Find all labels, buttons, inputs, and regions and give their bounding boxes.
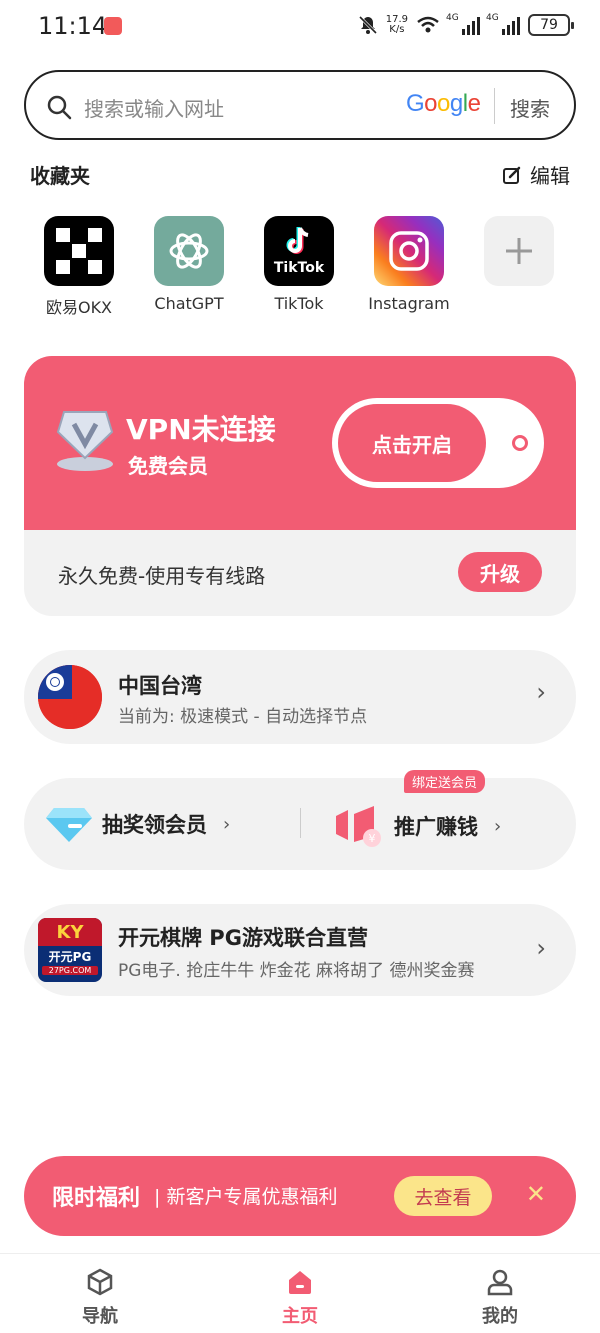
taiwan-flag-icon — [38, 665, 102, 729]
referral-label: 推广赚钱 — [394, 815, 478, 839]
lottery-button[interactable]: 抽奖领会员 › — [46, 804, 230, 844]
toggle-dot-icon — [512, 435, 528, 451]
referral-tag: 绑定送会员 — [404, 770, 486, 793]
vpn-membership: 免费会员 — [128, 454, 208, 478]
vpn-title: VPN未连接 — [126, 413, 276, 446]
search-divider — [494, 88, 495, 124]
mute-bell-icon — [358, 15, 377, 35]
plus-icon — [484, 216, 554, 286]
upgrade-button[interactable]: 升级 — [458, 552, 542, 592]
chevron-right-icon: › — [536, 678, 546, 706]
logo-url: 27PG.COM — [42, 966, 98, 975]
edit-favorites-button[interactable]: 编辑 — [502, 160, 570, 189]
status-bar: 11:14 17.9 K/s 4G 4G 79 — [0, 0, 600, 56]
google-logo[interactable]: Google — [406, 90, 481, 118]
promo-divider — [300, 808, 301, 838]
instagram-icon — [374, 216, 444, 286]
lottery-label: 抽奖领会员 — [102, 813, 207, 837]
favorite-label: Instagram — [368, 294, 450, 313]
edit-icon — [503, 166, 521, 184]
favorite-label: TikTok — [274, 294, 324, 313]
edit-label: 编辑 — [530, 164, 570, 188]
tab-home[interactable]: 主页 — [250, 1268, 350, 1328]
svg-text:¥: ¥ — [369, 832, 376, 845]
chevron-right-icon: › — [223, 813, 231, 835]
favorite-chatgpt[interactable]: ChatGPT — [134, 216, 244, 318]
home-icon — [289, 1271, 311, 1294]
diamond-icon — [46, 808, 92, 842]
network-speed: 17.9 K/s — [386, 15, 408, 35]
chatgpt-icon — [154, 216, 224, 286]
user-icon — [487, 1269, 513, 1296]
banner-lead: 限时福利 — [52, 1186, 141, 1211]
favorites-row: 欧易OKX ChatGPT TikTok TikTok Instagram — [24, 216, 576, 318]
favorite-instagram[interactable]: Instagram — [354, 216, 464, 318]
favorite-tiktok[interactable]: TikTok TikTok — [244, 216, 354, 318]
bottom-tab-bar: 导航 主页 我的 — [0, 1253, 600, 1333]
search-input[interactable]: 搜索或输入网址 — [84, 93, 224, 122]
banner-description: | 新客户专属优惠福利 — [154, 1186, 338, 1208]
region-selector[interactable]: 中国台湾 当前为: 极速模式 - 自动选择节点 › — [24, 650, 576, 744]
status-icons: 17.9 K/s 4G 4G 79 — [358, 13, 574, 36]
vpn-status-panel: VPN未连接 免费会员 点击开启 — [24, 356, 576, 530]
favorite-label: ChatGPT — [154, 294, 224, 313]
promo-row: 抽奖领会员 › ¥ 推广赚钱 › 绑定送会员 — [24, 770, 576, 870]
wifi-icon — [417, 16, 439, 33]
tab-label: 主页 — [282, 1306, 318, 1327]
chevron-right-icon: › — [536, 934, 546, 962]
app-notification-icon — [104, 17, 122, 35]
status-time: 11:14 — [38, 12, 108, 40]
logo-ky: KY — [38, 918, 102, 946]
ad-description: PG电子. 抢庄牛牛 炸金花 麻将胡了 德州奖金赛 — [118, 961, 475, 981]
close-icon[interactable]: ✕ — [526, 1180, 546, 1208]
speed-unit: K/s — [389, 24, 405, 35]
okx-icon — [44, 216, 114, 286]
referral-button[interactable]: ¥ 推广赚钱 › — [332, 804, 501, 848]
region-mode: 当前为: 极速模式 - 自动选择节点 — [118, 707, 368, 727]
referral-gift-icon: ¥ — [336, 806, 381, 847]
favorite-okx[interactable]: 欧易OKX — [24, 216, 134, 318]
chevron-right-icon: › — [494, 815, 502, 837]
signal-2-label: 4G — [486, 13, 499, 23]
signal-1-label: 4G — [446, 13, 459, 23]
battery-icon: 79 — [528, 14, 574, 36]
logo-name: 开元PG — [48, 950, 92, 964]
promo-banner[interactable]: 限时福利 | 新客户专属优惠福利 去查看 ✕ — [24, 1156, 576, 1236]
search-bar[interactable]: 搜索或输入网址 Google 搜索 — [24, 70, 576, 140]
tab-label: 我的 — [482, 1306, 518, 1327]
favorite-label: 欧易OKX — [45, 298, 113, 317]
tab-navigation[interactable]: 导航 — [50, 1268, 150, 1328]
kaiyuan-logo-icon: KY 开元PG 27PG.COM — [38, 918, 102, 982]
vpn-toggle[interactable]: 点击开启 — [332, 398, 544, 488]
signal-2-icon: 4G — [486, 13, 520, 35]
tab-profile[interactable]: 我的 — [450, 1268, 550, 1328]
tab-label: 导航 — [82, 1306, 118, 1327]
vpn-badge-icon — [56, 411, 114, 471]
vpn-card: VPN未连接 免费会员 点击开启 永久免费-使用专有线路 升级 — [24, 356, 576, 616]
region-name: 中国台湾 — [118, 674, 202, 698]
favorites-title: 收藏夹 — [30, 164, 90, 188]
signal-1-icon: 4G — [446, 13, 480, 35]
tiktok-icon: TikTok — [264, 216, 334, 286]
vpn-connect-button[interactable]: 点击开启 — [338, 404, 486, 482]
ad-title: 开元棋牌 PG游戏联合直营 — [118, 926, 368, 950]
view-button[interactable]: 去查看 — [394, 1176, 492, 1216]
search-icon — [47, 95, 72, 120]
add-favorite-button[interactable] — [464, 216, 574, 318]
search-button[interactable]: 搜索 — [510, 93, 550, 122]
cube-icon — [87, 1268, 113, 1296]
vpn-permanent-text: 永久免费-使用专有线路 — [58, 564, 266, 588]
ad-card[interactable]: KY 开元PG 27PG.COM 开元棋牌 PG游戏联合直营 PG电子. 抢庄牛… — [24, 904, 576, 996]
